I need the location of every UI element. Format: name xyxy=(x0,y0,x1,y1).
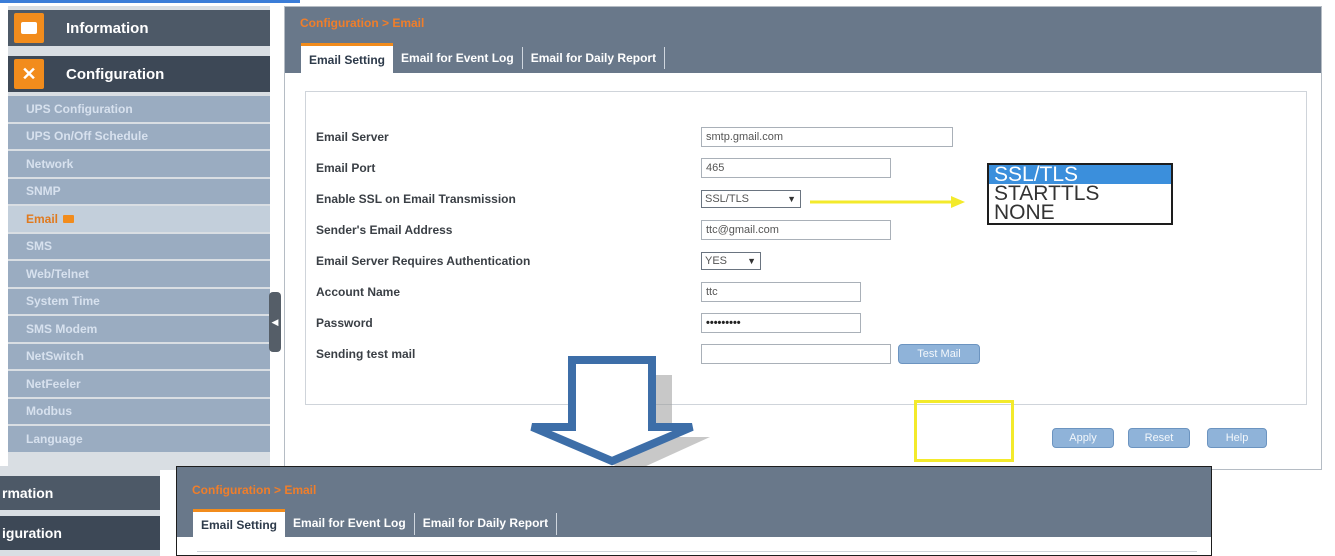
sidebar-item-web-telnet[interactable]: Web/Telnet xyxy=(8,261,270,287)
sidebar-item-label: UPS Configuration xyxy=(26,101,133,116)
bottom-screenshot: rmation iguration Configuration > Email … xyxy=(0,466,1335,556)
sidebar-item-label: SMS xyxy=(26,239,53,254)
sidebar-item-label: Web/Telnet xyxy=(26,266,89,281)
annotation-arrow xyxy=(810,196,965,208)
main-content: Configuration > Email Email Setting Emai… xyxy=(284,6,1322,470)
tab-bar: Email Setting Email for Event Log Email … xyxy=(301,43,666,73)
mail-icon xyxy=(63,214,75,223)
tab-bar: Email Setting Email for Event Log Email … xyxy=(193,509,558,537)
sidebar-item-ups-configuration[interactable]: UPS Configuration xyxy=(8,96,270,122)
password-label: Password xyxy=(316,316,373,330)
sidebar-item-label: Email xyxy=(26,211,59,226)
nav-configuration[interactable]: iguration xyxy=(0,516,160,550)
email-port-input[interactable]: 465 xyxy=(701,158,891,178)
sidebar-collapse-handle[interactable]: ◀ xyxy=(269,292,281,352)
sidebar-item-ups-onoff-schedule[interactable]: UPS On/Off Schedule xyxy=(8,123,270,149)
tab-email-setting[interactable]: Email Setting xyxy=(301,43,394,73)
nav-information[interactable]: rmation xyxy=(0,476,160,510)
annotation-highlight-box xyxy=(914,400,1014,462)
nav-information-label: Information xyxy=(66,19,149,37)
sender-label: Sender's Email Address xyxy=(316,223,453,237)
composite-screenshot: Information ✕ Configuration UPS Configur… xyxy=(0,0,1335,556)
sidebar-item-label: SMS Modem xyxy=(26,321,98,336)
email-settings-form: Email Server smtp.gmail.com Email Port 4… xyxy=(305,91,1307,405)
ssl-dropdown-options: SSL/TLS STARTTLS NONE xyxy=(987,163,1173,225)
sidebar-item-label: Modbus xyxy=(26,404,72,419)
reset-button[interactable]: Reset xyxy=(1128,428,1190,448)
help-button[interactable]: Help xyxy=(1207,428,1267,448)
form-box-edge xyxy=(197,551,1197,556)
dropdown-option-none[interactable]: NONE xyxy=(989,202,1171,223)
sidebar-item-netfeeler[interactable]: NetFeeler xyxy=(8,371,270,397)
tab-email-event-log[interactable]: Email for Event Log xyxy=(393,43,522,73)
row-password: Password ••••••••• xyxy=(316,310,1296,336)
password-input[interactable]: ••••••••• xyxy=(701,313,861,333)
sidebar-item-sms[interactable]: SMS xyxy=(8,233,270,259)
email-server-label: Email Server xyxy=(316,130,389,144)
auth-label: Email Server Requires Authentication xyxy=(316,254,531,268)
sidebar: rmation iguration xyxy=(0,466,160,556)
nav-configuration-label: Configuration xyxy=(66,65,165,83)
tab-email-setting[interactable]: Email Setting xyxy=(193,509,286,537)
sidebar-item-netswitch[interactable]: NetSwitch xyxy=(8,343,270,369)
breadcrumb: Configuration > Email xyxy=(192,483,317,497)
sidebar-item-label: Network xyxy=(26,156,74,171)
sidebar-item-modbus[interactable]: Modbus xyxy=(8,398,270,424)
ssl-select[interactable]: SSL/TLS ▼ xyxy=(701,190,801,208)
row-account: Account Name ttc xyxy=(316,279,1296,305)
auth-select-value: YES xyxy=(705,255,728,267)
sidebar-item-sms-modem[interactable]: SMS Modem xyxy=(8,316,270,342)
tab-email-event-log[interactable]: Email for Event Log xyxy=(285,509,414,537)
email-port-label: Email Port xyxy=(316,161,376,175)
test-mail-button[interactable]: Test Mail xyxy=(898,344,980,364)
content-header: Configuration > Email Email Setting Emai… xyxy=(177,467,1211,537)
top-screenshot: Information ✕ Configuration UPS Configur… xyxy=(0,0,1335,473)
main-content: Configuration > Email Email Setting Emai… xyxy=(176,466,1212,556)
configuration-submenu: UPS Configuration UPS On/Off Schedule Ne… xyxy=(8,96,270,454)
content-header: Configuration > Email Email Setting Emai… xyxy=(285,7,1321,73)
sidebar-item-email[interactable]: Email xyxy=(8,206,270,232)
sidebar-item-label: System Time xyxy=(26,294,100,309)
breadcrumb: Configuration > Email xyxy=(300,16,425,30)
sidebar-item-system-time[interactable]: System Time xyxy=(8,288,270,314)
test-mail-label: Sending test mail xyxy=(316,347,416,361)
top-accent-bar xyxy=(0,0,300,3)
sender-input[interactable]: ttc@gmail.com xyxy=(701,220,891,240)
ssl-select-value: SSL/TLS xyxy=(705,193,750,205)
sidebar: Information ✕ Configuration UPS Configur… xyxy=(8,6,270,470)
sidebar-item-label: UPS On/Off Schedule xyxy=(26,129,149,144)
chevron-down-icon: ▼ xyxy=(787,194,796,204)
apply-button[interactable]: Apply xyxy=(1052,428,1114,448)
test-mail-input[interactable] xyxy=(701,344,891,364)
chevron-down-icon: ▼ xyxy=(747,256,756,266)
nav-configuration-label: iguration xyxy=(2,525,62,541)
tab-email-daily-report[interactable]: Email for Daily Report xyxy=(415,509,556,537)
auth-select[interactable]: YES ▼ xyxy=(701,252,761,270)
sidebar-item-language[interactable]: Language xyxy=(8,426,270,452)
tab-divider xyxy=(556,513,558,535)
account-label: Account Name xyxy=(316,285,401,299)
tools-icon: ✕ xyxy=(14,59,44,89)
row-auth: Email Server Requires Authentication YES… xyxy=(316,248,1296,274)
row-email-server: Email Server smtp.gmail.com xyxy=(316,124,1296,150)
collapse-arrow-icon: ◀ xyxy=(271,316,279,327)
email-server-input[interactable]: smtp.gmail.com xyxy=(701,127,953,147)
tab-email-daily-report[interactable]: Email for Daily Report xyxy=(523,43,664,73)
nav-information-label: rmation xyxy=(2,485,54,501)
nav-configuration[interactable]: ✕ Configuration xyxy=(8,56,270,92)
sidebar-item-label: NetSwitch xyxy=(26,349,85,364)
ssl-label: Enable SSL on Email Transmission xyxy=(316,192,516,206)
nav-information[interactable]: Information xyxy=(8,10,270,46)
account-input[interactable]: ttc xyxy=(701,282,861,302)
down-arrow-icon xyxy=(530,356,710,473)
sidebar-item-label: Language xyxy=(26,431,83,446)
row-test-mail: Sending test mail Test Mail xyxy=(316,341,1296,367)
tab-divider xyxy=(664,47,666,69)
sidebar-item-network[interactable]: Network xyxy=(8,151,270,177)
information-icon xyxy=(14,13,44,43)
sidebar-item-label: NetFeeler xyxy=(26,376,81,391)
sidebar-item-snmp[interactable]: SNMP xyxy=(8,178,270,204)
sidebar-item-label: SNMP xyxy=(26,184,61,199)
